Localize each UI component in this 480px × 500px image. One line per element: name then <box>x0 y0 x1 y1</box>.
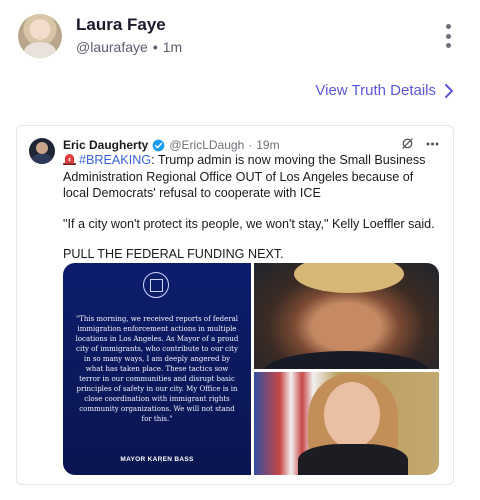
quoted-post-paragraph: #BREAKING: Trump admin is now moving the… <box>63 152 441 202</box>
city-seal-icon <box>143 272 169 298</box>
quoted-post-quote-line: "If a city won't protect its people, we … <box>63 216 435 231</box>
view-truth-details-label: View Truth Details <box>315 82 436 99</box>
media-portrait-top[interactable] <box>254 263 439 369</box>
author-meta: @laurafaye • 1m <box>76 39 182 55</box>
post-time[interactable]: 1m <box>163 39 182 55</box>
author-avatar[interactable] <box>18 14 62 58</box>
chevron-right-icon <box>445 83 453 98</box>
quoted-author-handle[interactable]: @EricLDaugh <box>169 138 244 152</box>
verified-badge-icon <box>153 139 165 151</box>
quoted-author-name[interactable]: Eric Daugherty <box>63 138 148 152</box>
view-truth-details-link[interactable]: View Truth Details <box>315 82 454 99</box>
portrait-jacket <box>298 444 408 475</box>
more-vertical-icon[interactable] <box>443 24 453 48</box>
meta-separator: • <box>152 39 158 55</box>
quoted-post-closing-line: PULL THE FEDERAL FUNDING NEXT. <box>63 247 284 261</box>
quoted-post-media-grid[interactable]: "This morning, we received reports of fe… <box>63 263 439 475</box>
grok-icon[interactable] <box>401 137 414 150</box>
portrait-suit <box>264 351 429 369</box>
siren-icon <box>63 154 76 165</box>
quoted-post-actions <box>401 137 439 150</box>
post-header: Laura Faye @laurafaye • 1m <box>0 0 480 70</box>
quoted-post-time[interactable]: 19m <box>256 138 279 152</box>
statement-signature: MAYOR KAREN BASS <box>120 456 194 463</box>
quoted-meta-separator: · <box>248 138 253 152</box>
quoted-post-card[interactable]: Eric Daugherty @EricLDaugh · 19m #BREAKI… <box>16 125 454 485</box>
author-handle[interactable]: @laurafaye <box>76 39 148 55</box>
author-name[interactable]: Laura Faye <box>76 15 166 35</box>
quoted-author-avatar[interactable] <box>29 138 55 164</box>
quoted-post-header: Eric Daugherty @EricLDaugh · 19m <box>63 138 280 152</box>
hashtag-link[interactable]: #BREAKING <box>79 153 151 167</box>
portrait-hair <box>294 263 404 293</box>
portrait-face <box>324 382 380 448</box>
media-portrait-bottom[interactable] <box>254 372 439 475</box>
media-statement-image[interactable]: "This morning, we received reports of fe… <box>63 263 251 475</box>
statement-text: "This morning, we received reports of fe… <box>75 315 239 423</box>
more-horizontal-icon[interactable] <box>426 142 439 146</box>
quoted-post-body: #BREAKING: Trump admin is now moving the… <box>63 152 441 277</box>
